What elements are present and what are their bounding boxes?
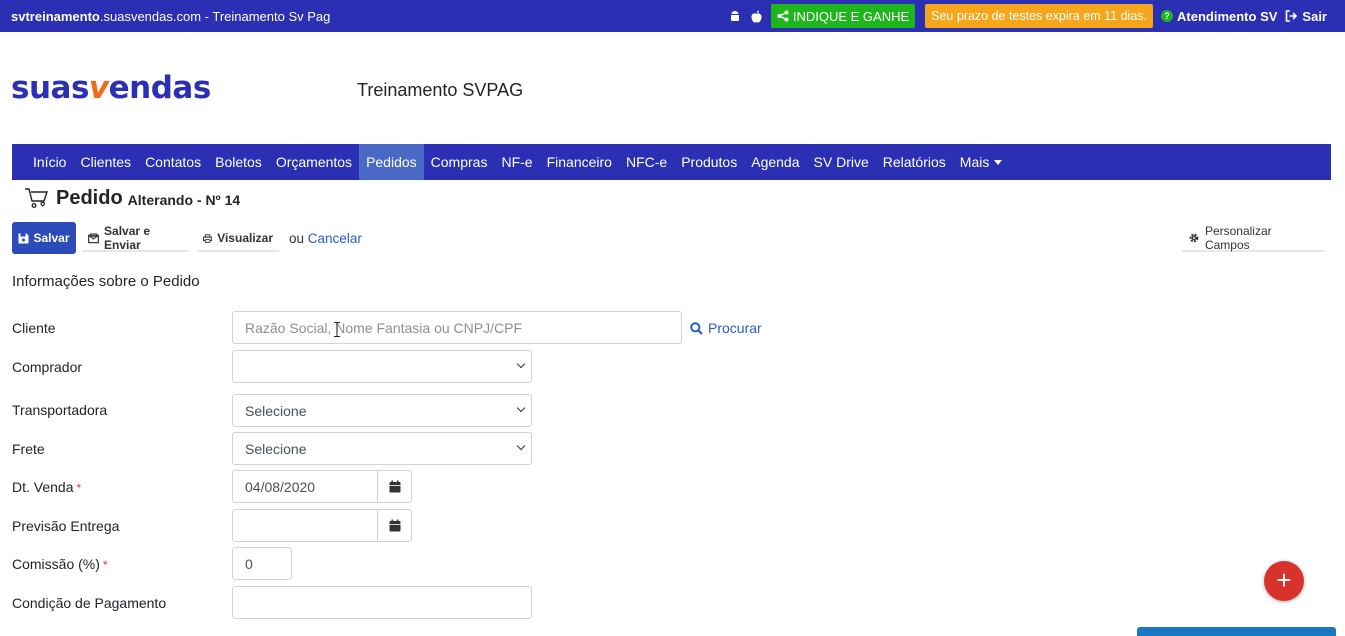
transportadora-select[interactable]: Selecione (232, 394, 532, 427)
logo-part-b: endas (108, 70, 212, 106)
previsao-calendar-button[interactable] (377, 509, 412, 542)
dt-venda-input[interactable]: 04/08/2020 (232, 470, 378, 503)
required-marker: * (102, 558, 108, 572)
nav-item-orcamentos[interactable]: Orçamentos (269, 144, 359, 180)
suasvendas-logo[interactable]: suasvendas (11, 70, 211, 106)
site-domain-title: .suasvendas.com - Treinamento Sv Pag (99, 9, 331, 24)
apple-icon[interactable] (750, 10, 763, 23)
indique-label: INDIQUE E GANHE (792, 8, 910, 24)
share-icon (777, 10, 789, 22)
save-and-send-label: Salvar e Enviar (104, 224, 151, 252)
nav-item-clientes[interactable]: Clientes (73, 144, 138, 180)
cancel-area: ou Cancelar (289, 231, 362, 246)
previsao-entrega-label: Previsão Entrega (12, 518, 120, 534)
page-title-text: Pedido (56, 186, 123, 209)
transportadora-value: Selecione (245, 402, 307, 419)
top-bar-actions: INDIQUE E GANHE Seu prazo de testes expi… (729, 4, 1327, 28)
comissao-label-text: Comissão (%) (12, 556, 100, 572)
transportadora-label: Transportadora (12, 402, 108, 418)
nav-item-boletos[interactable]: Boletos (208, 144, 269, 180)
chevron-down-icon (516, 359, 526, 369)
calendar-icon (389, 519, 400, 532)
page-title: Pedido Alterando - Nº 14 (24, 186, 240, 210)
nav-item-pedidos[interactable]: Pedidos (359, 144, 424, 180)
sair-link[interactable]: Sair (1285, 9, 1327, 24)
page-subtitle: Alterando - Nº 14 (127, 191, 241, 208)
condicao-pagamento-label: Condição de Pagamento (12, 595, 167, 611)
atendimento-label: Atendimento SV (1177, 8, 1278, 24)
cancel-link[interactable]: Cancelar (308, 231, 362, 246)
frete-value: Selecione (245, 440, 307, 457)
frete-label: Frete (12, 441, 45, 457)
nav-item-sv-drive[interactable]: SV Drive (807, 144, 876, 180)
atendimento-link[interactable]: ? Atendimento SV (1161, 9, 1277, 24)
android-icon[interactable] (729, 10, 742, 23)
required-marker: * (76, 481, 82, 495)
floppy-disk-icon (18, 233, 29, 243)
previsao-entrega-input[interactable] (232, 509, 378, 542)
shopping-cart-icon (25, 188, 48, 208)
sign-out-icon (1286, 10, 1298, 22)
section-title: Informações sobre o Pedido (12, 273, 200, 290)
nav-item-financeiro[interactable]: Financeiro (540, 144, 619, 180)
add-floating-button[interactable]: + (1264, 561, 1304, 601)
text-cursor-icon (334, 322, 340, 337)
nav-item-contatos[interactable]: Contatos (138, 144, 208, 180)
nav-item-nfce[interactable]: NFC-e (619, 144, 674, 180)
calendar-icon (389, 480, 400, 493)
indique-e-ganhe-button[interactable]: INDIQUE E GANHE (770, 4, 916, 28)
save-and-send-button[interactable]: Salvar e Enviar (82, 224, 189, 252)
comissao-input[interactable]: 0 (232, 547, 292, 580)
nav-item-compras[interactable]: Compras (424, 144, 495, 180)
nav-mais-label: Mais (959, 154, 990, 170)
dt-venda-calendar-button[interactable] (377, 470, 412, 503)
customize-fields-label: Personalizar Campos (1204, 224, 1272, 252)
procurar-link[interactable]: Procurar (690, 320, 762, 336)
site-title: svtreinamento.suasvendas.com - Treinamen… (11, 9, 330, 24)
nav-item-produtos[interactable]: Produtos (674, 144, 744, 180)
procurar-label: Procurar (708, 320, 762, 336)
sair-label: Sair (1302, 8, 1327, 24)
print-icon (203, 233, 213, 243)
bottom-chat-tab[interactable] (1137, 627, 1336, 636)
dt-venda-label: Dt. Venda * (12, 479, 81, 495)
customize-fields-button[interactable]: Personalizar Campos (1182, 224, 1325, 252)
save-button[interactable]: Salvar (12, 222, 76, 254)
caret-down-icon (994, 159, 1003, 165)
condicao-pagamento-input[interactable] (232, 586, 532, 619)
chevron-down-icon (516, 403, 526, 413)
question-circle-icon: ? (1161, 10, 1174, 22)
comprador-label: Comprador (12, 359, 83, 375)
nav-item-mais[interactable]: Mais (953, 144, 1010, 180)
nav-item-agenda[interactable]: Agenda (744, 144, 806, 180)
nav-item-relatorios[interactable]: Relatórios (876, 144, 953, 180)
site-subdomain: svtreinamento (11, 9, 100, 24)
cliente-label: Cliente (12, 320, 56, 336)
company-name: Treinamento SVPAG (357, 80, 524, 100)
logo-part-v: v (88, 70, 109, 106)
chevron-down-icon (516, 441, 526, 451)
cliente-search-input[interactable]: Razão Social, Nome Fantasia ou CNPJ/CPF (232, 311, 682, 344)
logo-part-a: suas (11, 70, 89, 106)
gear-icon (1189, 233, 1199, 243)
frete-select[interactable]: Selecione (232, 432, 532, 465)
ou-label: ou (289, 231, 305, 246)
visualize-button[interactable]: Visualizar (197, 226, 279, 252)
visualize-label: Visualizar (217, 231, 273, 245)
comissao-label: Comissão (%) * (12, 556, 108, 572)
search-icon (690, 321, 703, 335)
main-nav: Início Clientes Contatos Boletos Orçamen… (12, 144, 1331, 180)
envelope-icon (88, 232, 99, 243)
top-bar: svtreinamento.suasvendas.com - Treinamen… (0, 0, 1345, 32)
save-label: Salvar (33, 231, 70, 245)
comprador-select[interactable] (232, 350, 532, 383)
trial-expiry-badge[interactable]: Seu prazo de testes expira em 11 dias. (925, 4, 1154, 28)
dt-venda-label-text: Dt. Venda (12, 479, 74, 495)
nav-item-inicio[interactable]: Início (26, 144, 73, 180)
nav-item-nfe[interactable]: NF-e (494, 144, 539, 180)
